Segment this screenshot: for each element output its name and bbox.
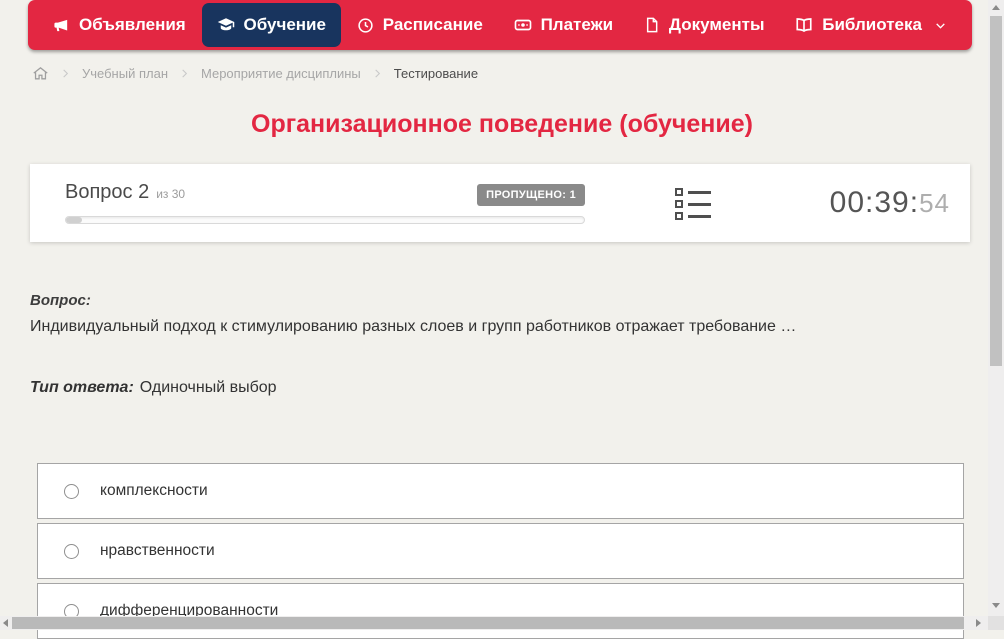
nav-item-documents[interactable]: Документы bbox=[629, 3, 780, 47]
graduation-cap-icon bbox=[217, 16, 235, 34]
page-title: Организационное поведение (обучение) bbox=[251, 110, 753, 138]
home-icon[interactable] bbox=[32, 65, 49, 82]
breadcrumb-item-study-plan[interactable]: Учебный план bbox=[82, 66, 168, 81]
scroll-right-arrow[interactable] bbox=[976, 619, 981, 627]
nav-item-payments[interactable]: Платежи bbox=[499, 3, 629, 47]
chevron-right-icon bbox=[372, 68, 383, 79]
breadcrumb-item-discipline-event[interactable]: Мероприятие дисциплины bbox=[201, 66, 361, 81]
question-number: Вопрос 2 bbox=[65, 181, 150, 203]
question-header-card: Вопрос 2 из 30 ПРОПУЩЕНО: 1 00:39:54 bbox=[30, 164, 970, 242]
answer-option-3[interactable]: дифференцированности bbox=[37, 583, 964, 639]
list-square bbox=[675, 212, 683, 220]
timer-seconds: 54 bbox=[919, 188, 950, 218]
nav-item-library[interactable]: Библиотека bbox=[780, 3, 962, 47]
horizontal-scrollbar[interactable] bbox=[0, 616, 988, 630]
answer-type-value: Одиночный выбор bbox=[139, 379, 277, 396]
progress-bar-fill bbox=[66, 217, 82, 223]
chevron-right-icon bbox=[179, 68, 190, 79]
answer-type-label: Тип ответа: bbox=[30, 379, 134, 396]
top-nav: Объявления Обучение Расписание Платежи Д… bbox=[28, 0, 972, 50]
nav-item-label: Обучение bbox=[243, 15, 326, 34]
option-label: комплексности bbox=[100, 482, 208, 499]
answer-type-row: Тип ответа: Одиночный выбор bbox=[30, 379, 970, 397]
breadcrumb-item-testing: Тестирование bbox=[393, 65, 479, 81]
question-section: Вопрос: Индивидуальный подход к стимулир… bbox=[30, 292, 970, 397]
answer-options: комплексности нравственности дифференцир… bbox=[37, 463, 964, 639]
nav-item-label: Платежи bbox=[540, 15, 614, 34]
horizontal-scrollbar-thumb[interactable] bbox=[12, 617, 964, 629]
question-label: Вопрос: bbox=[30, 292, 91, 309]
nav-item-learning[interactable]: Обучение bbox=[201, 3, 341, 47]
list-square bbox=[675, 200, 683, 208]
megaphone-icon bbox=[53, 17, 70, 34]
question-text: Индивидуальный подход к стимулированию р… bbox=[30, 318, 797, 335]
nav-item-label: Документы bbox=[668, 15, 765, 34]
list-bar bbox=[688, 202, 711, 206]
radio-button[interactable] bbox=[64, 543, 79, 559]
list-bar bbox=[688, 190, 711, 194]
skipped-badge: ПРОПУЩЕНО: 1 bbox=[477, 184, 585, 206]
vertical-scrollbar-thumb[interactable] bbox=[990, 16, 1002, 366]
nav-item-schedule[interactable]: Расписание bbox=[342, 3, 498, 47]
chevron-right-icon bbox=[60, 68, 71, 79]
list-bar bbox=[688, 214, 711, 218]
progress-bar bbox=[65, 216, 585, 224]
clock-icon bbox=[357, 17, 374, 34]
timer-hhmm: 00:39: bbox=[829, 186, 920, 219]
nav-item-label: Расписание bbox=[382, 15, 483, 34]
document-icon bbox=[644, 17, 660, 33]
nav-item-label: Библиотека bbox=[822, 15, 922, 34]
nav-item-announcements[interactable]: Объявления bbox=[38, 3, 201, 47]
radio-button[interactable] bbox=[64, 483, 79, 499]
countdown-timer: 00:39:54 bbox=[830, 186, 950, 220]
list-square bbox=[675, 188, 683, 196]
scrollbar-corner bbox=[988, 616, 1004, 630]
question-total: из 30 bbox=[156, 187, 186, 201]
question-progress-block: Вопрос 2 из 30 ПРОПУЩЕНО: 1 bbox=[65, 181, 585, 224]
breadcrumb: Учебный план Мероприятие дисциплины Тест… bbox=[32, 63, 1004, 83]
banknote-icon bbox=[514, 16, 532, 34]
scroll-up-arrow[interactable] bbox=[992, 5, 1000, 10]
scroll-down-arrow[interactable] bbox=[992, 603, 1000, 608]
question-list-icon[interactable] bbox=[675, 188, 711, 224]
answer-option-2[interactable]: нравственности bbox=[37, 523, 964, 579]
option-label: нравственности bbox=[100, 542, 215, 559]
answer-option-1[interactable]: комплексности bbox=[37, 463, 964, 519]
vertical-scrollbar[interactable] bbox=[988, 0, 1004, 616]
chevron-down-icon bbox=[934, 19, 947, 32]
open-book-icon bbox=[795, 16, 813, 34]
scroll-left-arrow[interactable] bbox=[3, 619, 8, 627]
nav-item-label: Объявления bbox=[79, 15, 186, 34]
